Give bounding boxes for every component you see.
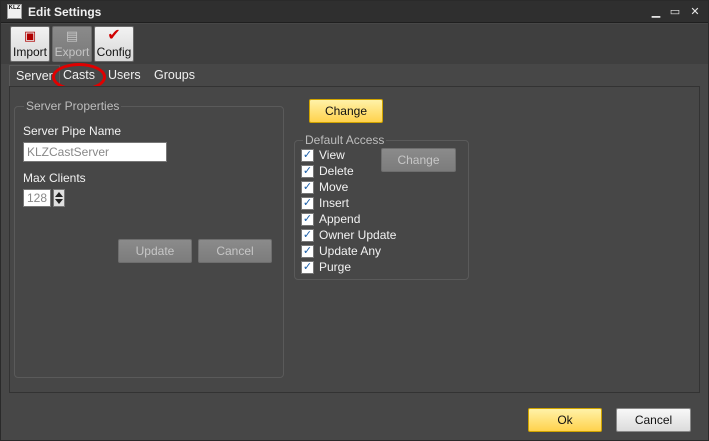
- minimize-icon[interactable]: ▁: [647, 3, 665, 21]
- update-any-label: Update Any: [319, 244, 382, 258]
- config-label: Config: [96, 45, 132, 59]
- server-tab-panel: Server Properties Server Pipe Name KLZCa…: [9, 86, 700, 393]
- server-properties-group: Server Properties Server Pipe Name KLZCa…: [14, 99, 284, 378]
- insert-label: Insert: [319, 196, 350, 210]
- config-button[interactable]: ✔ Config: [94, 26, 134, 62]
- edit-settings-window: KLZ Edit Settings ▁ ▭ ✕ ▣ Import ▤ Expor…: [0, 0, 709, 441]
- view-checkbox[interactable]: ✓: [301, 149, 314, 162]
- max-clients-label: Max Clients: [23, 171, 86, 185]
- server-pipe-name-label: Server Pipe Name: [23, 124, 122, 138]
- export-icon: ▤: [65, 28, 79, 43]
- checkmark-icon: ✔: [107, 27, 121, 44]
- change-button[interactable]: Change: [309, 99, 383, 123]
- export-button[interactable]: ▤ Export: [52, 26, 92, 62]
- update-any-checkbox[interactable]: ✓: [301, 245, 314, 258]
- append-checkbox[interactable]: ✓: [301, 213, 314, 226]
- klz-app-icon: KLZ: [7, 4, 22, 19]
- max-clients-input[interactable]: 128: [23, 189, 51, 207]
- purge-checkbox[interactable]: ✓: [301, 261, 314, 274]
- default-access-change-button[interactable]: Change: [381, 148, 456, 172]
- update-button[interactable]: Update: [118, 239, 192, 263]
- max-clients-spinner[interactable]: [53, 189, 65, 207]
- dialog-footer: Ok Cancel: [1, 394, 708, 440]
- ok-button[interactable]: Ok: [528, 408, 602, 432]
- tab-users[interactable]: Users: [108, 68, 141, 82]
- default-access-legend: Default Access: [303, 133, 387, 147]
- purge-label: Purge: [319, 260, 352, 274]
- tab-groups[interactable]: Groups: [154, 68, 195, 82]
- import-label: Import: [12, 45, 47, 59]
- spinner-down-icon[interactable]: [55, 199, 63, 204]
- move-label: Move: [319, 180, 349, 194]
- title-bar: KLZ Edit Settings ▁ ▭ ✕: [1, 1, 708, 23]
- default-access-group: Default Access Change ✓ View ✓ Delete ✓ …: [294, 133, 469, 280]
- export-label: Export: [54, 45, 90, 59]
- maximize-icon[interactable]: ▭: [666, 3, 684, 21]
- owner-update-label: Owner Update: [319, 228, 397, 242]
- spinner-up-icon[interactable]: [55, 192, 63, 197]
- toolbar: ▣ Import ▤ Export ✔ Config: [1, 24, 708, 64]
- import-button[interactable]: ▣ Import: [10, 26, 50, 62]
- cancel-properties-button[interactable]: Cancel: [198, 239, 272, 263]
- delete-checkbox[interactable]: ✓: [301, 165, 314, 178]
- import-icon: ▣: [23, 28, 37, 43]
- close-icon[interactable]: ✕: [686, 3, 704, 21]
- cancel-button[interactable]: Cancel: [616, 408, 691, 432]
- server-properties-legend: Server Properties: [24, 99, 122, 113]
- move-checkbox[interactable]: ✓: [301, 181, 314, 194]
- server-pipe-name-input[interactable]: KLZCastServer: [23, 142, 167, 162]
- view-label: View: [319, 148, 345, 162]
- delete-label: Delete: [319, 164, 354, 178]
- insert-checkbox[interactable]: ✓: [301, 197, 314, 210]
- append-label: Append: [319, 212, 361, 226]
- owner-update-checkbox[interactable]: ✓: [301, 229, 314, 242]
- window-title: Edit Settings: [28, 5, 102, 19]
